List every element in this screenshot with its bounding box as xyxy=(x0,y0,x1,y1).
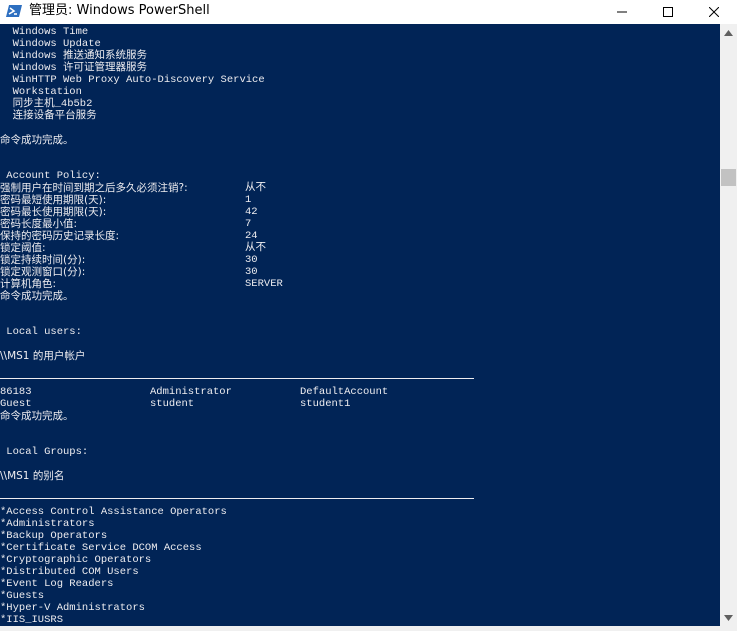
policy-value: 从不 xyxy=(245,182,266,194)
policy-value: 24 xyxy=(245,230,258,242)
policy-label: 密码最长使用期限(天): xyxy=(0,206,107,218)
service-line: 连接设备平台服务 xyxy=(0,110,97,122)
policy-value: 从不 xyxy=(245,242,266,254)
scroll-up-button[interactable] xyxy=(720,24,737,41)
service-line: Windows Update xyxy=(0,38,101,50)
policy-label: 密码长度最小值: xyxy=(0,218,78,230)
policy-value: SERVER xyxy=(245,278,283,290)
policy-value: 30 xyxy=(245,266,258,278)
service-line: 同步主机_4b5b2 xyxy=(0,98,93,110)
title-bar: 管理员: Windows PowerShell xyxy=(0,0,737,24)
close-button[interactable] xyxy=(691,0,737,24)
powershell-icon xyxy=(6,5,22,17)
maximize-icon xyxy=(663,7,673,17)
maximize-button[interactable] xyxy=(645,0,691,24)
group-line: *Cryptographic Operators xyxy=(0,554,152,566)
local-groups-header: Local Groups: xyxy=(0,446,89,458)
policy-label: 锁定观测窗口(分): xyxy=(0,266,86,278)
policy-value: 7 xyxy=(245,218,252,230)
policy-label: 保持的密码历史记录长度: xyxy=(0,230,120,242)
group-line: *Event Log Readers xyxy=(0,578,114,590)
user-cell: Guest xyxy=(0,398,32,410)
minimize-icon xyxy=(617,11,627,13)
chevron-up-icon xyxy=(724,29,733,36)
close-icon xyxy=(709,7,719,17)
user-cell: Administrator xyxy=(150,386,232,398)
command-success-text: 命令成功完成。 xyxy=(0,134,74,146)
group-line: *Guests xyxy=(0,590,45,602)
user-cell: student1 xyxy=(300,398,351,410)
service-line: Windows 推送通知系统服务 xyxy=(0,50,148,62)
policy-label: 强制用户在时间到期之后多久必须注销?: xyxy=(0,182,188,194)
policy-label: 计算机角色: xyxy=(0,278,57,290)
chevron-down-icon xyxy=(724,614,733,621)
group-line: *IIS_IUSRS xyxy=(0,614,64,626)
service-line: WinHTTP Web Proxy Auto-Discovery Service xyxy=(0,74,265,86)
policy-label: 密码最短使用期限(天): xyxy=(0,194,107,206)
policy-value: 30 xyxy=(245,254,258,266)
vertical-scrollbar[interactable] xyxy=(720,24,737,626)
user-cell: DefaultAccount xyxy=(300,386,389,398)
group-line: *Backup Operators xyxy=(0,530,108,542)
groups-title: \\MS1 的别名 xyxy=(0,470,65,482)
service-line: Windows 许可证管理器服务 xyxy=(0,62,148,74)
policy-value: 42 xyxy=(245,206,258,218)
console-output[interactable]: Windows Time Windows Update Windows 推送通知… xyxy=(0,24,720,626)
account-policy-header: Account Policy: xyxy=(0,170,101,182)
minimize-button[interactable] xyxy=(599,0,645,24)
scrollbar-thumb[interactable] xyxy=(721,169,736,186)
group-line: *Distributed COM Users xyxy=(0,566,139,578)
scroll-down-button[interactable] xyxy=(720,609,737,626)
service-line: Workstation xyxy=(0,86,82,98)
group-line: *Administrators xyxy=(0,518,95,530)
command-success-text: 命令成功完成。 xyxy=(0,290,74,302)
user-cell: 86183 xyxy=(0,386,32,398)
divider xyxy=(0,378,474,379)
command-success-text: 命令成功完成。 xyxy=(0,410,74,422)
group-line: *Certificate Service DCOM Access xyxy=(0,542,202,554)
users-title: \\MS1 的用户帐户 xyxy=(0,350,86,362)
policy-label: 锁定持续时间(分): xyxy=(0,254,86,266)
policy-label: 锁定阈值: xyxy=(0,242,46,254)
window-bottom-edge xyxy=(0,626,737,631)
local-users-header: Local users: xyxy=(0,326,82,338)
policy-value: 1 xyxy=(245,194,252,206)
divider xyxy=(0,498,474,499)
group-line: *Access Control Assistance Operators xyxy=(0,506,227,518)
group-line: *Hyper-V Administrators xyxy=(0,602,145,614)
service-line: Windows Time xyxy=(0,26,89,38)
user-cell: student xyxy=(150,398,195,410)
window-title: 管理员: Windows PowerShell xyxy=(29,3,210,18)
